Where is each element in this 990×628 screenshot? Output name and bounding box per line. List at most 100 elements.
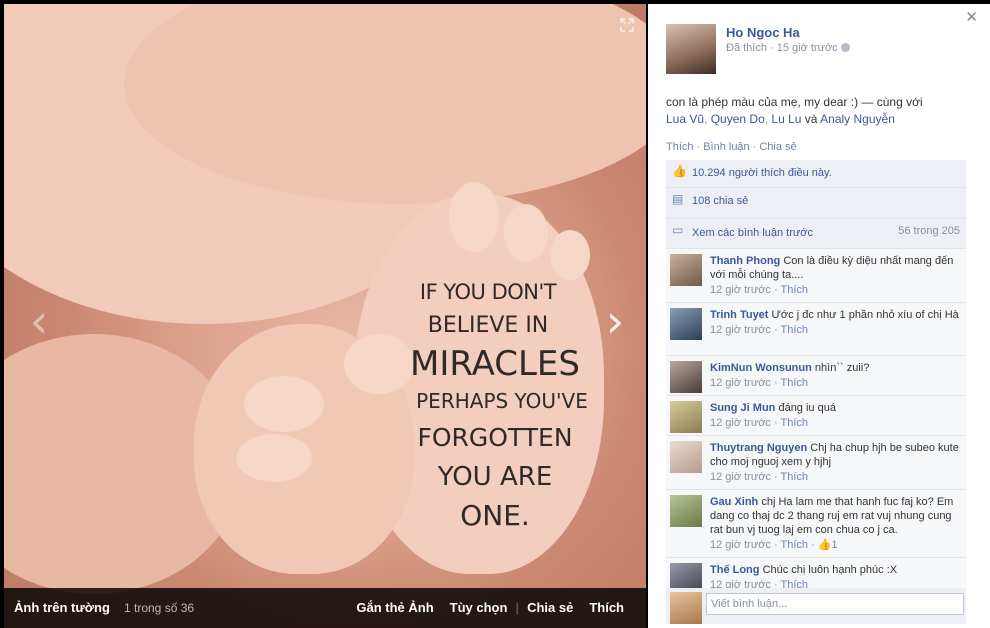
toe-shape xyxy=(550,230,590,280)
quote-line: MIRACLES xyxy=(409,344,581,384)
comment-time: 12 giờ trước · Thích xyxy=(710,417,809,429)
shares-text[interactable]: 108 chia sẻ xyxy=(692,195,748,207)
commenter-avatar[interactable] xyxy=(670,308,702,340)
next-photo-icon[interactable]: › xyxy=(600,296,630,346)
comment-time: 12 giờ trước · Thích xyxy=(710,377,809,389)
comment-text: Chúc chị luôn hạnh phúc :X xyxy=(762,564,898,576)
like-button[interactable]: Thích xyxy=(581,600,632,615)
commenter-avatar[interactable] xyxy=(670,254,702,286)
photo-footer: Ảnh trên tường 1 trong số 36 Gắn thẻ Ảnh… xyxy=(4,588,646,628)
quote-line: PERHAPS YOU'VE xyxy=(416,389,588,413)
comment-item: Sung Ji Mun đáng iu quá 12 giờ trước · T… xyxy=(666,396,966,436)
comment-timestamp: 12 giờ trước xyxy=(710,377,771,389)
comment-item: Gau Xinh chj Ha lam me that hanh fuc faj… xyxy=(666,490,966,558)
author-name[interactable]: Ho Ngoc Ha xyxy=(726,25,800,40)
comment-composer xyxy=(666,588,966,624)
view-previous-text[interactable]: Xem các bình luận trước xyxy=(692,227,813,239)
viewer-avatar xyxy=(670,592,702,624)
likes-text[interactable]: 10.294 người thích điều này. xyxy=(692,167,832,179)
comment-like-link[interactable]: Thích xyxy=(781,377,809,389)
tag-photo-button[interactable]: Gắn thẻ Ảnh xyxy=(348,600,441,615)
expand-icon[interactable] xyxy=(620,18,636,34)
comment-text: đáng iu quá xyxy=(778,402,836,414)
close-icon[interactable]: ✕ xyxy=(965,8,978,26)
photo-stage[interactable]: IF YOU DON'T BELIEVE IN MIRACLES PERHAPS… xyxy=(4,4,646,628)
commenter-name[interactable]: Thuytrang Nguyen xyxy=(710,442,807,454)
commenter-name[interactable]: Sung Ji Mun xyxy=(710,402,775,414)
quote-line: YOU ARE xyxy=(437,462,553,492)
caption-text: con là phép màu của mẹ, my dear :) — cùn… xyxy=(666,95,923,109)
comment-item: Thuytrang Nguyen Chj ha chup hjh be sube… xyxy=(666,436,966,490)
toe-shape xyxy=(504,204,548,262)
comment-item: Trinh Tuyet Ước j đc như 1 phần nhỏ xíu … xyxy=(666,303,966,356)
comment-link[interactable]: Bình luận xyxy=(703,141,749,153)
share-button[interactable]: Chia sẻ xyxy=(519,600,581,615)
comment-item: Thanh Phong Con là điều kỳ diệu nhất man… xyxy=(666,249,966,303)
quote-line: FORGOTTEN xyxy=(417,423,573,452)
shares-summary[interactable]: ▤ 108 chia sẻ xyxy=(666,188,966,219)
album-link[interactable]: Ảnh trên tường xyxy=(14,600,110,615)
photo-sidebar: ✕ Ho Ngoc Ha Đã thích · 15 giờ trước con… xyxy=(648,4,990,628)
like-link[interactable]: Thích xyxy=(666,141,694,153)
tagged-person[interactable]: Analy Nguyễn xyxy=(820,112,895,126)
toe-shape xyxy=(449,182,499,252)
globe-icon xyxy=(840,43,850,52)
author-avatar[interactable] xyxy=(666,24,716,74)
commenter-name[interactable]: Thế Long xyxy=(710,564,760,576)
photo-quote: IF YOU DON'T BELIEVE IN MIRACLES PERHAPS… xyxy=(400,282,590,530)
toe-shape xyxy=(236,434,312,482)
post-caption: con là phép màu của mẹ, my dear :) — cùn… xyxy=(666,95,923,126)
comment-timestamp: 12 giờ trước xyxy=(710,471,771,483)
comment-like-link[interactable]: Thích xyxy=(781,417,809,429)
comment-like-link[interactable]: Thích xyxy=(781,539,809,551)
previous-photo-icon[interactable]: ‹ xyxy=(24,296,54,346)
comment-time: 12 giờ trước · Thích · 👍1 xyxy=(710,539,838,551)
tagged-person[interactable]: Lu Lu xyxy=(771,112,801,126)
share-icon: ▤ xyxy=(672,192,684,206)
commenter-name[interactable]: Gau Xinh xyxy=(710,496,758,508)
commenter-name[interactable]: Thanh Phong xyxy=(710,255,780,267)
footer-actions: Gắn thẻ Ảnh Tùy chọn | Chia sẻ Thích xyxy=(348,600,632,615)
comment-time: 12 giờ trước · Thích xyxy=(710,284,809,296)
comment-time: 12 giờ trước · Thích xyxy=(710,471,809,483)
comment-count: 56 trong 205 xyxy=(898,225,960,237)
comment-like-link[interactable]: Thích xyxy=(781,324,809,336)
comment-like-icon: 👍 xyxy=(817,539,832,551)
caption-and: và xyxy=(804,112,818,126)
post-meta-text: Đã thích · 15 giờ trước xyxy=(726,42,838,54)
commenter-avatar[interactable] xyxy=(670,401,702,433)
comment-like-link[interactable]: Thích xyxy=(781,284,809,296)
commenter-name[interactable]: Trinh Tuyet xyxy=(710,309,768,321)
quote-line: IF YOU DON'T xyxy=(419,280,557,304)
tagged-person[interactable]: Lua Vũ xyxy=(666,112,704,126)
comment-bubble-icon: ▭ xyxy=(672,223,684,237)
tagged-person[interactable]: Quyen Do xyxy=(711,112,765,126)
comment-like-count: 1 xyxy=(831,539,838,551)
view-previous-comments[interactable]: ▭ Xem các bình luận trước 56 trong 205 xyxy=(666,219,966,249)
comment-timestamp: 12 giờ trước xyxy=(710,539,771,551)
commenter-avatar[interactable] xyxy=(670,361,702,393)
thumbs-up-icon: 👍 xyxy=(672,164,687,178)
comment-timestamp: 12 giờ trước xyxy=(710,324,771,336)
comment-like-link[interactable]: Thích xyxy=(781,471,809,483)
comment-timestamp: 12 giờ trước xyxy=(710,284,771,296)
photo-viewer: IF YOU DON'T BELIEVE IN MIRACLES PERHAPS… xyxy=(0,0,990,628)
comment-text: Ước j đc như 1 phần nhỏ xíu of chị Hà xyxy=(771,309,959,321)
toe-shape xyxy=(244,376,324,432)
likes-summary[interactable]: 👍 10.294 người thích điều này. xyxy=(666,160,966,188)
commenter-name[interactable]: KimNun Wonsunun xyxy=(710,362,812,374)
post-actions: Thích · Bình luận · Chia sẻ xyxy=(666,141,797,153)
commenter-avatar[interactable] xyxy=(670,441,702,473)
photo-position: 1 trong số 36 xyxy=(124,601,195,615)
comment-text: nhìn`` zuii? xyxy=(814,362,870,374)
options-button[interactable]: Tùy chọn xyxy=(442,600,516,615)
feedback-panel: 👍 10.294 người thích điều này. ▤ 108 chi… xyxy=(666,160,966,598)
post-meta: Đã thích · 15 giờ trước xyxy=(726,42,850,54)
quote-line: BELIEVE IN xyxy=(427,313,549,338)
comment-input[interactable] xyxy=(706,593,964,615)
comment-item: KimNun Wonsunun nhìn`` zuii? 12 giờ trướ… xyxy=(666,356,966,396)
share-link[interactable]: Chia sẻ xyxy=(759,141,796,153)
commenter-avatar[interactable] xyxy=(670,495,702,527)
quote-line: ONE. xyxy=(460,499,530,532)
comment-timestamp: 12 giờ trước xyxy=(710,417,771,429)
